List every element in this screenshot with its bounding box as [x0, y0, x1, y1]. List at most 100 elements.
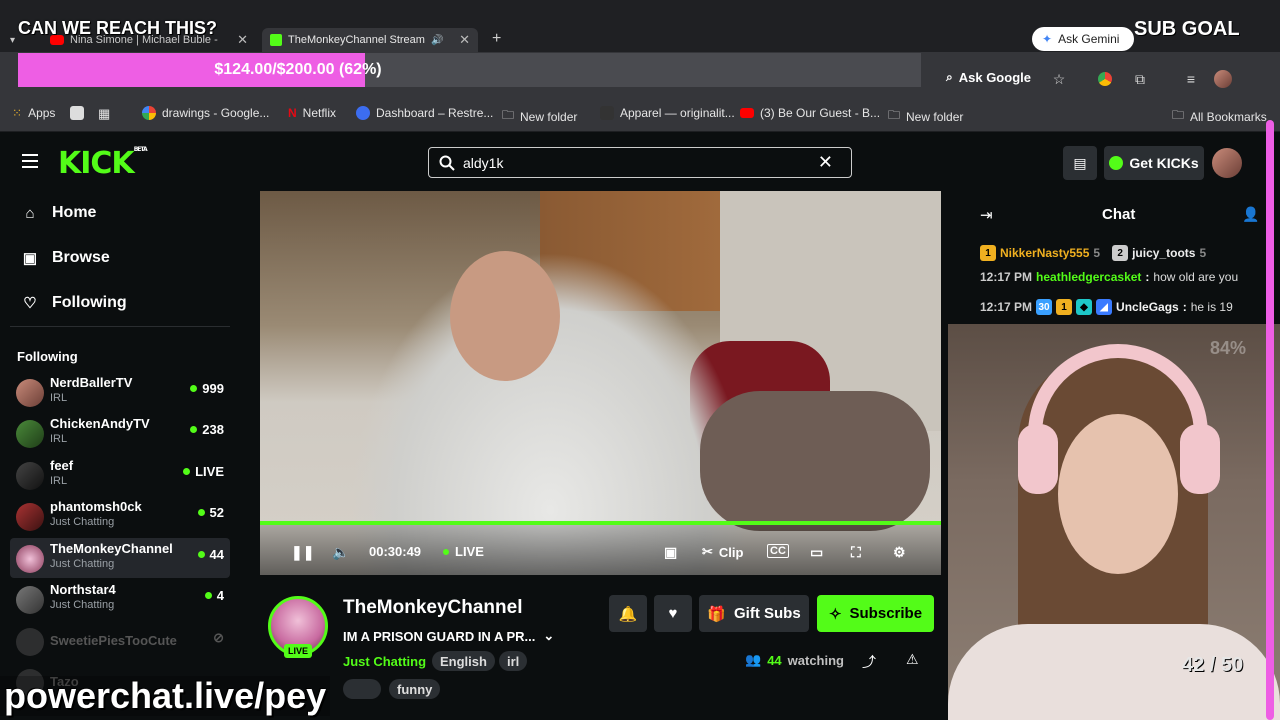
warning-icon: ⚠	[906, 651, 919, 667]
browse-icon: ▣	[22, 250, 38, 267]
live-label: LIVE	[455, 544, 484, 559]
all-bookmarks[interactable]: 🗀 All Bookmarks	[1172, 106, 1280, 127]
bookmark-blank[interactable]	[70, 106, 84, 120]
channel-name: Northstar4	[50, 582, 116, 597]
bookmark-star-icon[interactable]: ☆	[1050, 70, 1068, 88]
player-live-indicator[interactable]: LIVE	[443, 544, 484, 559]
tag-irl[interactable]: irl	[499, 651, 528, 671]
captions-button[interactable]: CC	[767, 544, 789, 558]
gift-icon: 🎁	[707, 605, 726, 623]
channel-item-phantomsh0ck[interactable]: phantomsh0ck Just Chatting 52	[10, 496, 230, 536]
volume-button[interactable]: 🔈	[332, 544, 349, 561]
follow-button[interactable]: ♥	[654, 595, 692, 632]
live-dot-icon	[197, 509, 205, 516]
tab-themonkeychannel[interactable]: TheMonkeyChannel Stream 🔊 ✕	[262, 28, 478, 52]
bookmark-apps[interactable]: ⁙ Apps	[12, 106, 55, 120]
new-tab-button[interactable]: +	[492, 30, 501, 48]
channel-title[interactable]: TheMonkeyChannel	[343, 597, 522, 619]
menu-icon[interactable]	[22, 154, 38, 168]
extensions-puzzle-icon[interactable]: ⧉	[1131, 70, 1149, 88]
video-player[interactable]	[260, 191, 941, 575]
pip-button[interactable]: ▣	[664, 544, 677, 561]
channel-item-northstar4[interactable]: Northstar4 Just Chatting 4	[10, 579, 230, 619]
kick-logo[interactable]: KICKBETA	[58, 146, 148, 181]
channel-item-chickenandytv[interactable]: ChickenAndyTV IRL 238	[10, 413, 230, 453]
bookmark-apparel[interactable]: Apparel — originalit...	[600, 106, 735, 120]
stream-title[interactable]: IM A PRISON GUARD IN A PR... ⌄	[343, 628, 554, 644]
chat-timestamp: 12:17 PM	[980, 270, 1033, 284]
chat-users-button[interactable]: 👤	[1242, 206, 1259, 223]
channel-avatar	[16, 545, 44, 573]
video-frame-head	[450, 251, 560, 381]
search-input[interactable]	[463, 154, 803, 171]
share-button[interactable]: ⤴	[862, 652, 876, 672]
channel-name: feef	[50, 458, 74, 473]
settings-button[interactable]: ⚙	[893, 544, 906, 561]
close-tab-icon[interactable]: ✕	[459, 32, 470, 48]
clip-icon: ✂	[702, 544, 713, 559]
sub-goal-progress-bar	[1266, 120, 1274, 720]
bookmark-new-folder-2[interactable]: 🗀 New folder	[888, 106, 963, 127]
chat-username[interactable]: heathledgercasket	[1036, 270, 1141, 284]
ask-google-button[interactable]: ⌕ Ask Google	[946, 70, 1031, 85]
chat-message: 12:17 PM 30 1 ◆ ◢ UncleGags: he is 19	[980, 299, 1233, 315]
bookmark-new-folder-1[interactable]: 🗀 New folder	[502, 106, 577, 127]
live-badge: LIVE	[284, 644, 312, 658]
stream-category-link[interactable]: Just Chatting	[343, 654, 426, 669]
search-box[interactable]: ✕	[428, 147, 852, 178]
heart-icon: ♥	[668, 605, 678, 622]
notifications-button[interactable]: 🔔	[609, 595, 647, 632]
heart-icon: ♡	[23, 295, 37, 312]
tag-funny[interactable]: funny	[389, 679, 441, 699]
bookmark-label: Dashboard – Restre...	[376, 106, 494, 120]
collapse-icon: ⇥	[980, 207, 993, 224]
gifter-count: 5	[1199, 246, 1207, 260]
lens-icon: ⌕	[946, 70, 953, 84]
channel-item-themonkeychannel[interactable]: TheMonkeyChannel Just Chatting 44	[10, 538, 230, 578]
kick-favicon-icon	[270, 34, 282, 46]
bookmark-drawings[interactable]: drawings - Google...	[142, 106, 269, 120]
theater-icon: ▭	[810, 544, 824, 560]
clear-search-icon[interactable]: ✕	[818, 152, 833, 173]
bookmark-dashboard[interactable]: Dashboard – Restre...	[356, 106, 493, 120]
theatre-mode-button[interactable]: ▤	[1063, 146, 1097, 180]
chrome-extension-icon[interactable]	[1096, 70, 1114, 88]
channel-avatar	[16, 503, 44, 531]
nav-home[interactable]: ⌂ Home	[22, 204, 96, 222]
profile-avatar[interactable]	[1214, 70, 1232, 88]
clip-button[interactable]: ✂ Clip	[702, 544, 743, 560]
gifter-name[interactable]: juicy_toots	[1132, 246, 1195, 260]
close-tab-icon[interactable]: ✕	[237, 32, 248, 48]
media-controls-icon[interactable]: ≡	[1182, 70, 1200, 88]
ask-gemini-button[interactable]: ✦ Ask Gemini	[1032, 27, 1134, 51]
nav-following[interactable]: ♡ Following	[22, 294, 126, 312]
bookmark-be-our-guest[interactable]: (3) Be Our Guest - B...	[740, 106, 880, 120]
user-avatar[interactable]	[1212, 148, 1242, 178]
theater-button[interactable]: ▭	[810, 544, 823, 561]
report-button[interactable]: ⚠	[906, 651, 919, 668]
restream-icon	[356, 106, 370, 120]
layout-icon: ▤	[1073, 154, 1087, 171]
tag-english[interactable]: English	[432, 651, 495, 671]
pause-button[interactable]: ❚❚	[291, 544, 314, 561]
gifter-name[interactable]: NikkerNasty555	[1000, 246, 1089, 260]
speaker-icon[interactable]: 🔊	[431, 35, 443, 46]
gift-subs-button[interactable]: 🎁 Gift Subs	[699, 595, 809, 632]
nav-browse[interactable]: ▣ Browse	[22, 249, 110, 267]
grid-icon: ▦	[98, 106, 111, 121]
fullscreen-button[interactable]: ⛶	[851, 544, 861, 561]
channel-item-nerdballertv[interactable]: NerdBallerTV IRL 999	[10, 372, 230, 412]
tag-partial[interactable]	[343, 679, 381, 699]
bookmark-grid[interactable]: ▦	[98, 106, 110, 122]
collapse-chat-button[interactable]: ⇥	[980, 206, 993, 224]
channel-item-sweetiepiestoocute[interactable]: SweetiePiesTooCute ⊘	[10, 621, 230, 661]
viewer-count: 999	[190, 381, 224, 396]
channel-item-feef[interactable]: feef IRL LIVE	[10, 455, 230, 495]
star-icon: ✧	[828, 605, 842, 623]
live-dot-icon	[443, 548, 449, 555]
bookmark-netflix[interactable]: N Netflix	[288, 106, 336, 120]
chat-text: how old are you	[1153, 270, 1239, 284]
chat-username[interactable]: UncleGags	[1116, 300, 1179, 314]
subscribe-button[interactable]: ✧ Subscribe	[817, 595, 934, 632]
get-kicks-button[interactable]: Get KICKs	[1104, 146, 1204, 180]
